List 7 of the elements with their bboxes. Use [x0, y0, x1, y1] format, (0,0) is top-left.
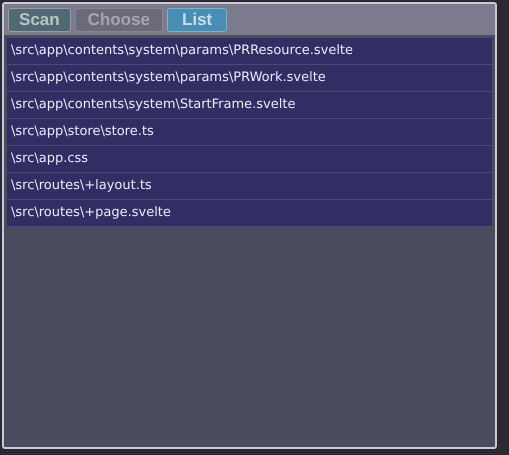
file-row[interactable]: \src\app\store\store.ts [7, 119, 492, 146]
file-row[interactable]: \src\app\contents\system\params\PRResource.svelte [7, 38, 492, 65]
file-row[interactable]: \src\app.css [7, 146, 492, 173]
file-row[interactable]: \src\routes\+layout.ts [7, 173, 492, 200]
file-row[interactable]: \src\app\contents\system\params\PRWork.svelte [7, 65, 492, 92]
file-row[interactable]: \src\routes\+page.svelte [7, 200, 492, 227]
file-row[interactable]: \src\app\contents\system\StartFrame.svelte [7, 92, 492, 119]
